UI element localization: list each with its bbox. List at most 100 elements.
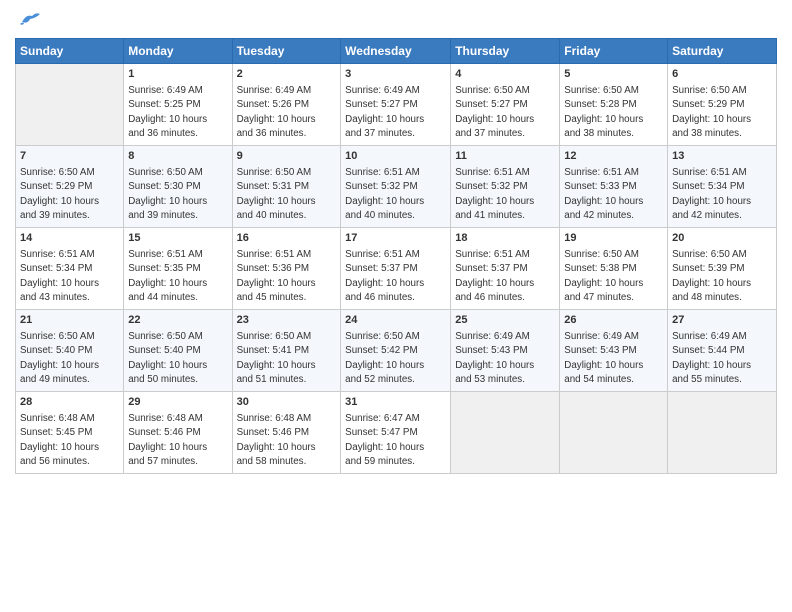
day-cell: 8Sunrise: 6:50 AMSunset: 5:30 PMDaylight… [124, 145, 232, 227]
day-cell: 28 Sunrise: 6:48 AMSunset: 5:45 PMDayligh… [16, 391, 124, 473]
day-info: Sunrise: 6:49 AMSunset: 5:43 PMDaylight:… [455, 331, 534, 386]
day-info: Sunrise: 6:51 AMSunset: 5:36 PMDaylight:… [237, 249, 316, 304]
day-cell [16, 64, 124, 146]
day-cell: 24Sunrise: 6:50 AMSunset: 5:42 PMDayligh… [341, 309, 451, 391]
day-cell: 6 Sunrise: 6:50 AMSunset: 5:29 PMDaylight… [668, 64, 777, 146]
day-number: 1 [128, 67, 227, 83]
day-info: Sunrise: 6:50 AMSunset: 5:40 PMDaylight:… [20, 331, 99, 386]
day-cell: 20 Sunrise: 6:50 AMSunset: 5:39 PMDayligh… [668, 227, 777, 309]
week-row-3: 14 Sunrise: 6:51 AMSunset: 5:34 PMDayligh… [16, 227, 777, 309]
week-row-1: 1 Sunrise: 6:49 AMSunset: 5:25 PMDaylight… [16, 64, 777, 146]
day-info: Sunrise: 6:50 AMSunset: 5:29 PMDaylight:… [20, 167, 99, 222]
day-number: 13 [672, 149, 772, 165]
day-cell [560, 391, 668, 473]
day-info: Sunrise: 6:51 AMSunset: 5:32 PMDaylight:… [455, 167, 534, 222]
day-cell: 1 Sunrise: 6:49 AMSunset: 5:25 PMDaylight… [124, 64, 232, 146]
day-cell: 26 Sunrise: 6:49 AMSunset: 5:43 PMDayligh… [560, 309, 668, 391]
day-info: Sunrise: 6:50 AMSunset: 5:38 PMDaylight:… [564, 249, 643, 304]
day-info: Sunrise: 6:51 AMSunset: 5:32 PMDaylight:… [345, 167, 424, 222]
day-cell: 5Sunrise: 6:50 AMSunset: 5:28 PMDaylight… [560, 64, 668, 146]
day-number: 17 [345, 231, 446, 247]
day-info: Sunrise: 6:49 AMSunset: 5:25 PMDaylight:… [128, 85, 207, 140]
day-cell: 16 Sunrise: 6:51 AMSunset: 5:36 PMDayligh… [232, 227, 341, 309]
day-cell: 11 Sunrise: 6:51 AMSunset: 5:32 PMDayligh… [451, 145, 560, 227]
week-row-2: 7 Sunrise: 6:50 AMSunset: 5:29 PMDaylight… [16, 145, 777, 227]
day-number: 28 [20, 395, 119, 411]
day-number: 23 [237, 313, 337, 329]
day-number: 2 [237, 67, 337, 83]
col-saturday: Saturday [668, 39, 777, 64]
day-info: Sunrise: 6:50 AMSunset: 5:42 PMDaylight:… [345, 331, 424, 386]
day-number: 26 [564, 313, 663, 329]
day-cell: 29 Sunrise: 6:48 AMSunset: 5:46 PMDayligh… [124, 391, 232, 473]
day-number: 22 [128, 313, 227, 329]
day-info: Sunrise: 6:48 AMSunset: 5:46 PMDaylight:… [128, 413, 207, 468]
day-number: 11 [455, 149, 555, 165]
day-number: 27 [672, 313, 772, 329]
day-number: 18 [455, 231, 555, 247]
day-number: 12 [564, 149, 663, 165]
day-cell: 9 Sunrise: 6:50 AMSunset: 5:31 PMDaylight… [232, 145, 341, 227]
day-number: 6 [672, 67, 772, 83]
day-number: 9 [237, 149, 337, 165]
day-info: Sunrise: 6:51 AMSunset: 5:34 PMDaylight:… [20, 249, 99, 304]
day-info: Sunrise: 6:50 AMSunset: 5:27 PMDaylight:… [455, 85, 534, 140]
day-info: Sunrise: 6:47 AMSunset: 5:47 PMDaylight:… [345, 413, 424, 468]
day-cell: 21 Sunrise: 6:50 AMSunset: 5:40 PMDayligh… [16, 309, 124, 391]
day-cell: 31 Sunrise: 6:47 AMSunset: 5:47 PMDayligh… [341, 391, 451, 473]
day-number: 29 [128, 395, 227, 411]
day-info: Sunrise: 6:51 AMSunset: 5:37 PMDaylight:… [455, 249, 534, 304]
day-info: Sunrise: 6:51 AMSunset: 5:35 PMDaylight:… [128, 249, 207, 304]
day-info: Sunrise: 6:49 AMSunset: 5:44 PMDaylight:… [672, 331, 751, 386]
day-cell [668, 391, 777, 473]
day-cell: 30 Sunrise: 6:48 AMSunset: 5:46 PMDayligh… [232, 391, 341, 473]
week-row-5: 28 Sunrise: 6:48 AMSunset: 5:45 PMDayligh… [16, 391, 777, 473]
logo [15, 10, 42, 30]
day-cell: 25 Sunrise: 6:49 AMSunset: 5:43 PMDayligh… [451, 309, 560, 391]
day-number: 25 [455, 313, 555, 329]
day-cell: 23 Sunrise: 6:50 AMSunset: 5:41 PMDayligh… [232, 309, 341, 391]
day-number: 3 [345, 67, 446, 83]
day-number: 10 [345, 149, 446, 165]
day-number: 31 [345, 395, 446, 411]
day-number: 14 [20, 231, 119, 247]
day-cell: 4 Sunrise: 6:50 AMSunset: 5:27 PMDaylight… [451, 64, 560, 146]
day-info: Sunrise: 6:51 AMSunset: 5:34 PMDaylight:… [672, 167, 751, 222]
week-row-4: 21 Sunrise: 6:50 AMSunset: 5:40 PMDayligh… [16, 309, 777, 391]
day-info: Sunrise: 6:50 AMSunset: 5:40 PMDaylight:… [128, 331, 207, 386]
day-info: Sunrise: 6:49 AMSunset: 5:26 PMDaylight:… [237, 85, 316, 140]
day-number: 4 [455, 67, 555, 83]
day-number: 8 [128, 149, 227, 165]
logo-bird-icon [18, 10, 40, 30]
day-info: Sunrise: 6:49 AMSunset: 5:43 PMDaylight:… [564, 331, 643, 386]
page-container: Sunday Monday Tuesday Wednesday Thursday… [0, 0, 792, 479]
day-info: Sunrise: 6:50 AMSunset: 5:29 PMDaylight:… [672, 85, 751, 140]
day-cell: 12 Sunrise: 6:51 AMSunset: 5:33 PMDayligh… [560, 145, 668, 227]
day-info: Sunrise: 6:50 AMSunset: 5:41 PMDaylight:… [237, 331, 316, 386]
col-tuesday: Tuesday [232, 39, 341, 64]
day-info: Sunrise: 6:49 AMSunset: 5:27 PMDaylight:… [345, 85, 424, 140]
day-number: 20 [672, 231, 772, 247]
day-number: 21 [20, 313, 119, 329]
day-info: Sunrise: 6:48 AMSunset: 5:45 PMDaylight:… [20, 413, 99, 468]
day-info: Sunrise: 6:50 AMSunset: 5:39 PMDaylight:… [672, 249, 751, 304]
day-number: 16 [237, 231, 337, 247]
day-info: Sunrise: 6:48 AMSunset: 5:46 PMDaylight:… [237, 413, 316, 468]
calendar-table: Sunday Monday Tuesday Wednesday Thursday… [15, 38, 777, 474]
header [15, 10, 777, 30]
col-friday: Friday [560, 39, 668, 64]
col-wednesday: Wednesday [341, 39, 451, 64]
day-cell: 27 Sunrise: 6:49 AMSunset: 5:44 PMDayligh… [668, 309, 777, 391]
day-number: 15 [128, 231, 227, 247]
day-cell: 18 Sunrise: 6:51 AMSunset: 5:37 PMDayligh… [451, 227, 560, 309]
day-number: 30 [237, 395, 337, 411]
day-cell: 3 Sunrise: 6:49 AMSunset: 5:27 PMDaylight… [341, 64, 451, 146]
day-number: 7 [20, 149, 119, 165]
day-info: Sunrise: 6:51 AMSunset: 5:37 PMDaylight:… [345, 249, 424, 304]
day-info: Sunrise: 6:50 AMSunset: 5:31 PMDaylight:… [237, 167, 316, 222]
day-info: Sunrise: 6:51 AMSunset: 5:33 PMDaylight:… [564, 167, 643, 222]
col-thursday: Thursday [451, 39, 560, 64]
day-cell: 14 Sunrise: 6:51 AMSunset: 5:34 PMDayligh… [16, 227, 124, 309]
day-info: Sunrise: 6:50 AMSunset: 5:28 PMDaylight:… [564, 85, 643, 140]
day-cell: 7 Sunrise: 6:50 AMSunset: 5:29 PMDaylight… [16, 145, 124, 227]
